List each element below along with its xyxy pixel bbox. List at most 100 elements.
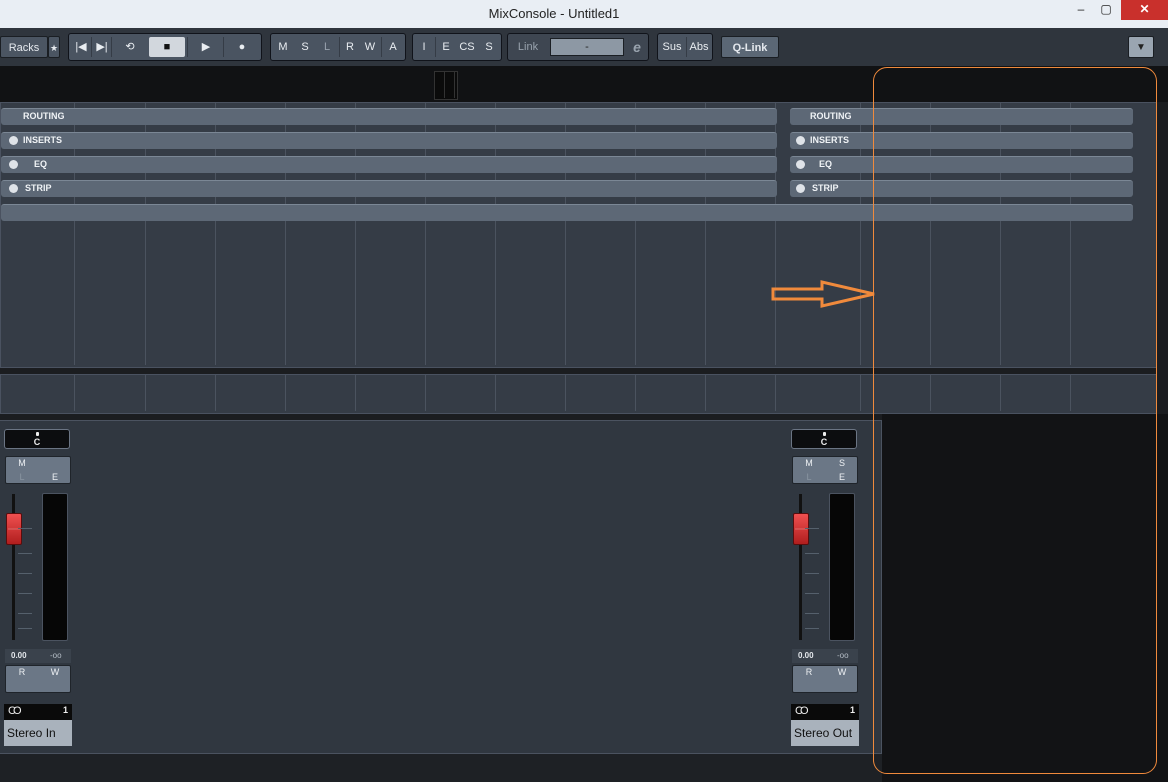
- star-icon[interactable]: ★: [48, 36, 60, 58]
- mini-meter-left: [436, 72, 445, 98]
- routing-label: ROUTING: [23, 111, 65, 121]
- pan-control[interactable]: C: [4, 429, 70, 449]
- bypass-strip-button[interactable]: CS: [455, 37, 479, 57]
- transport-group: |◀ ▶| ⟲ ■ ▶ ●: [68, 33, 262, 61]
- write-all-button[interactable]: W: [359, 37, 381, 57]
- channel-divider: [705, 375, 706, 411]
- inserts-radio[interactable]: [9, 136, 18, 145]
- chevron-down-icon[interactable]: ▼: [1128, 36, 1154, 58]
- channel-number: 1: [62, 705, 68, 715]
- mute-button[interactable]: M: [6, 457, 38, 470]
- eq-radio-right[interactable]: [796, 160, 805, 169]
- eq-label: EQ: [34, 159, 48, 169]
- write-button[interactable]: W: [39, 666, 71, 679]
- go-to-end-icon[interactable]: ▶|: [91, 37, 112, 57]
- channel-divider: [860, 375, 861, 411]
- read-all-button[interactable]: R: [339, 37, 360, 57]
- channel-divider: [74, 375, 75, 411]
- bypass-eq-button[interactable]: E: [435, 37, 456, 57]
- play-icon[interactable]: ▶: [187, 37, 224, 57]
- strip-radio-right[interactable]: [796, 184, 805, 193]
- channel-divider: [425, 375, 426, 411]
- go-to-start-icon[interactable]: |◀: [71, 37, 91, 57]
- peak-value[interactable]: -oo: [837, 649, 849, 663]
- eq-radio[interactable]: [9, 160, 18, 169]
- strip-radio[interactable]: [9, 184, 18, 193]
- rack-row-eq[interactable]: [1, 156, 777, 173]
- link-edit-icon[interactable]: e: [628, 37, 646, 57]
- routing-label-right: ROUTING: [810, 111, 852, 121]
- link-dropdown[interactable]: -: [550, 38, 624, 56]
- bypass-inserts-button[interactable]: I: [415, 37, 433, 57]
- channel-divider: [635, 375, 636, 411]
- channel-divider: [565, 375, 566, 411]
- listen-all-button[interactable]: L: [317, 37, 337, 57]
- fader-scale: [18, 628, 32, 629]
- close-button[interactable]: ✕: [1121, 0, 1168, 20]
- level-readout: 0.00 -oo: [5, 649, 71, 663]
- volume-value[interactable]: 0.00: [798, 649, 814, 663]
- peak-value[interactable]: -oo: [50, 649, 62, 663]
- fader-scale: [18, 573, 32, 574]
- inserts-label-right: INSERTS: [810, 135, 850, 145]
- rack-row-routing[interactable]: [1, 108, 777, 125]
- edit-button[interactable]: E: [826, 471, 858, 484]
- rack-row-strip[interactable]: [1, 180, 777, 197]
- channel-divider: [495, 375, 496, 411]
- channel-name[interactable]: Stereo In: [4, 720, 72, 746]
- mute-button[interactable]: M: [793, 457, 825, 470]
- sus-abs-group: Sus Abs: [657, 33, 713, 61]
- bypass-group: I E CS S: [412, 33, 502, 61]
- automation-button[interactable]: A: [381, 37, 404, 57]
- fader-scale: [805, 613, 819, 614]
- io-row[interactable]: CO 1: [791, 704, 859, 720]
- pan-value: C: [33, 437, 41, 447]
- stop-icon[interactable]: ■: [149, 37, 185, 57]
- channel-divider: [775, 375, 776, 411]
- channel-name[interactable]: Stereo Out: [791, 720, 859, 746]
- level-meter: [42, 493, 68, 641]
- fader-scale: [18, 553, 32, 554]
- solo-button[interactable]: [39, 457, 71, 470]
- io-row[interactable]: CO 1: [4, 704, 72, 720]
- pan-indicator: [36, 432, 39, 436]
- qlink-button[interactable]: Q-Link: [721, 36, 779, 58]
- level-meter: [829, 493, 855, 641]
- fader-scale: [805, 553, 819, 554]
- edit-button[interactable]: E: [39, 471, 71, 484]
- window-title: MixConsole - Untitled1: [488, 6, 620, 21]
- eq-label-right: EQ: [819, 159, 833, 169]
- abs-button[interactable]: Abs: [686, 37, 711, 57]
- volume-fader[interactable]: [6, 513, 22, 545]
- fader-scale: [805, 593, 819, 594]
- write-button[interactable]: W: [826, 666, 858, 679]
- volume-fader[interactable]: [793, 513, 809, 545]
- inserts-radio-right[interactable]: [796, 136, 805, 145]
- link-group: Link - e: [507, 33, 649, 61]
- automation-buttons: R W: [5, 665, 71, 693]
- listen-button[interactable]: L: [793, 471, 825, 484]
- maximize-button[interactable]: ▢: [1091, 0, 1121, 20]
- read-button[interactable]: R: [793, 666, 825, 679]
- link-icon: CO: [795, 705, 808, 717]
- read-button[interactable]: R: [6, 666, 38, 679]
- mixconsole-toolbar: Racks ★ |◀ ▶| ⟲ ■ ▶ ● M S L R W A I E CS…: [0, 28, 1168, 67]
- bypass-sends-button[interactable]: S: [479, 37, 499, 57]
- listen-button[interactable]: L: [6, 471, 38, 484]
- record-icon[interactable]: ●: [223, 37, 260, 57]
- mute-all-button[interactable]: M: [273, 37, 293, 57]
- racks-button[interactable]: Racks: [0, 36, 48, 58]
- solo-all-button[interactable]: S: [295, 37, 315, 57]
- channel-buttons: M L E: [5, 456, 71, 484]
- mini-meter: [434, 71, 458, 100]
- cycle-icon[interactable]: ⟲: [111, 37, 148, 57]
- fader-area: [0, 420, 882, 754]
- solo-button[interactable]: S: [826, 457, 858, 470]
- sus-button[interactable]: Sus: [660, 37, 684, 57]
- pan-control[interactable]: C: [791, 429, 857, 449]
- rack-row-inserts[interactable]: [1, 132, 777, 149]
- fader-scale: [805, 573, 819, 574]
- link-button[interactable]: Link: [511, 37, 545, 57]
- volume-value[interactable]: 0.00: [11, 649, 27, 663]
- fader-scale: [18, 593, 32, 594]
